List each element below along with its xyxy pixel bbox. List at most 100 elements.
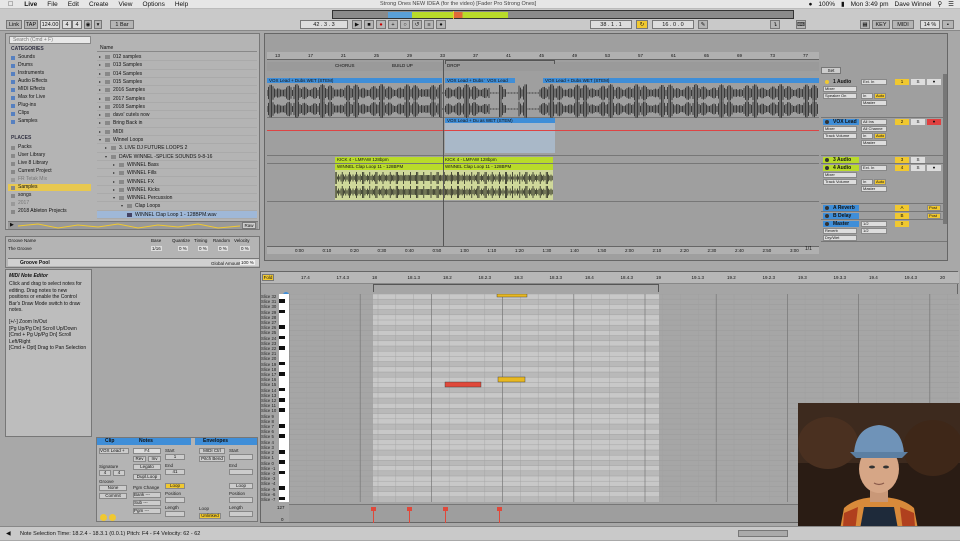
clip-name-field[interactable]: VOX Lead + — [99, 448, 129, 454]
track-activator-4[interactable]: 4 — [895, 165, 909, 171]
control-chooser-2[interactable]: Track Volume — [823, 133, 857, 139]
black-key[interactable] — [279, 398, 285, 402]
clip-vox-lead-c[interactable]: VOX Lead — [485, 78, 515, 83]
file-row[interactable]: ▾ DAVE WINNEL -SPLICE SOUNDS 9-8-16 — [97, 153, 257, 161]
clip-loop-brace[interactable] — [373, 284, 659, 292]
place-fr-tetak-mix[interactable]: FR Tetak Mix — [8, 176, 91, 183]
black-key[interactable] — [279, 325, 285, 329]
track-lane-4-audio[interactable]: WINNEL Clap Loop 11 - 128BPM WINNEL Clap… — [267, 164, 819, 202]
commit-button[interactable]: Commit — [99, 493, 127, 499]
control-chooser-4[interactable]: Track Volume — [823, 179, 857, 185]
place-songs[interactable]: songs — [8, 192, 91, 199]
place-live-library[interactable]: Live 8 Library — [8, 160, 91, 167]
groove-base[interactable]: 1/16 — [151, 246, 162, 251]
global-amount-field[interactable]: 100 % — [240, 260, 255, 265]
file-row-selected[interactable]: WINNEL Clap Loop 1 - 128BPM.wav — [97, 210, 257, 219]
file-row[interactable]: ▸ 013 Samples — [97, 61, 257, 70]
audio-to-1[interactable]: Master — [861, 100, 887, 106]
loop-brace[interactable] — [445, 60, 555, 64]
clip-vox-lead-a[interactable]: VOX Lead + Dubs WET (STEM) — [267, 78, 442, 83]
track-name-b-delay[interactable]: B Delay — [823, 213, 859, 219]
return-lanes[interactable] — [267, 204, 819, 244]
monitor-auto-1[interactable]: Auto — [874, 93, 886, 99]
headphones-icon[interactable]: ▶ — [10, 223, 16, 228]
place-2017[interactable]: 2017 — [8, 200, 91, 207]
preview-bar[interactable]: ▶ Raw — [8, 221, 258, 229]
menu-edit[interactable]: Edit — [63, 1, 84, 8]
audio-to-4[interactable]: Master — [861, 186, 887, 192]
black-key[interactable] — [279, 496, 285, 501]
list-icon[interactable]: ☰ — [948, 0, 954, 8]
file-row[interactable]: ▸ davs' cutels now — [97, 111, 257, 120]
env-unlinked-button[interactable]: Unlinked — [199, 513, 221, 519]
horizontal-scrollbar[interactable] — [738, 530, 788, 537]
env-position-field[interactable] — [229, 497, 253, 503]
black-key[interactable] — [279, 470, 285, 475]
clip-box-header[interactable]: Clip — [97, 438, 131, 445]
groove-name[interactable]: The Groove — [8, 246, 32, 251]
midi-note[interactable] — [497, 376, 526, 383]
black-key[interactable] — [279, 460, 285, 464]
arm-button-4[interactable]: ● — [927, 165, 941, 171]
groove-chooser[interactable]: None — [99, 485, 127, 491]
clip-signature-den[interactable]: 4 — [113, 470, 125, 476]
overdub-icon[interactable]: + — [388, 20, 398, 29]
raw-button[interactable]: Raw — [242, 222, 256, 229]
name-column-header[interactable]: Name — [97, 44, 257, 52]
solo-button-3[interactable]: S — [911, 157, 925, 163]
start-field[interactable]: 1 — [165, 454, 185, 460]
battery-icon[interactable]: ▮ — [841, 0, 845, 8]
browser-search-input[interactable]: Search (Cmd + F) — [9, 36, 91, 44]
place-current-project[interactable]: Current Project — [8, 168, 91, 175]
place-samples[interactable]: Samples — [8, 184, 91, 191]
audio-to-2[interactable]: Master — [861, 140, 887, 146]
track-activator-3[interactable]: 3 — [895, 157, 909, 163]
menu-file[interactable]: File — [42, 1, 62, 8]
end-field[interactable]: 41 — [165, 469, 185, 475]
notes-box-header[interactable]: Notes — [131, 438, 191, 445]
computer-keyboard-icon[interactable]: ⌨ — [796, 20, 806, 29]
velocity-handle[interactable] — [371, 507, 376, 511]
track-header-b-delay[interactable]: B Delay B Post — [821, 212, 947, 220]
fold-button[interactable]: Fold — [262, 274, 274, 281]
env-length-field[interactable] — [229, 511, 253, 517]
device-chooser-4[interactable]: Mixer — [823, 172, 857, 178]
category-max-for-live[interactable]: Max for Live — [8, 94, 91, 101]
automation-arm-icon[interactable]: ○ — [400, 20, 410, 29]
file-row[interactable]: ▸ 2018 Samples — [97, 103, 257, 112]
track-lane-1-audio[interactable]: VOX Lead + Dubs WET (STEM) VOX Lead + Du… — [267, 78, 819, 118]
file-row[interactable]: ▸ 015 Samples — [97, 78, 257, 87]
track-input-4[interactable]: Ext. In — [861, 165, 887, 171]
arm-button-2[interactable]: ● — [927, 119, 941, 125]
track-header-4-audio[interactable]: 4 Audio Ext. In Mixer Track Volume In Au… — [821, 164, 947, 204]
automation-line[interactable] — [267, 130, 819, 131]
place-2018-ableton-projects[interactable]: 2018 Ableton Projects — [8, 208, 91, 215]
locator-build-up[interactable]: BUILD UP — [392, 63, 413, 68]
velocity-stem[interactable] — [409, 509, 410, 523]
piano-keys[interactable] — [279, 294, 289, 502]
length-field[interactable] — [165, 511, 185, 517]
file-row[interactable]: ▸ WINNEL Kicks — [97, 186, 257, 195]
black-key[interactable] — [279, 434, 285, 438]
preview-waveform[interactable] — [18, 223, 240, 229]
track-name-3-audio[interactable]: 3 Audio — [823, 157, 859, 163]
category-clips[interactable]: Clips — [8, 110, 91, 117]
control-chooser-1[interactable]: Speaker On — [823, 93, 857, 99]
monitor-in-1[interactable]: In — [861, 93, 873, 99]
clip-kick-b[interactable]: KICK 4 - LMFAW 128bpm — [443, 157, 553, 163]
black-key[interactable] — [279, 299, 285, 303]
device-chooser-2[interactable]: Mixer — [823, 126, 857, 132]
link-button[interactable]: Link — [6, 20, 22, 29]
track-header-a-reverb[interactable]: A Reverb A Post — [821, 204, 947, 212]
black-key[interactable] — [279, 486, 285, 490]
midi-editor-ruler[interactable]: Fold 17.4 17.4.3 18 18.1.3 18.2 18.2.3 18.3 18.… — [261, 272, 959, 284]
clip-vox-lead-d[interactable]: VOX Lead + Dubs WET (STEM) — [543, 78, 819, 83]
monitor-in-2[interactable]: In — [861, 133, 873, 139]
file-row[interactable]: ▾ WINNEL Percussion — [97, 194, 257, 203]
key-map-button[interactable]: KEY — [872, 20, 890, 29]
black-key[interactable] — [279, 335, 285, 340]
black-key[interactable] — [279, 424, 285, 428]
device-chooser-1[interactable]: Mixer — [823, 86, 857, 92]
track-header-vox-lead[interactable]: VOX Lead All Ins Mixer All Channe Track … — [821, 118, 947, 156]
env-end-field[interactable] — [229, 469, 253, 475]
